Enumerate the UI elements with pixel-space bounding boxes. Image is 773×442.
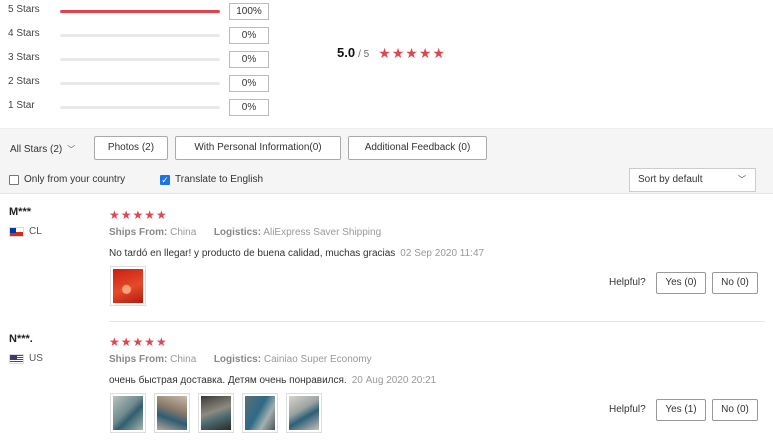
review-divider	[109, 321, 765, 322]
average-score: 5.0	[337, 45, 356, 60]
ships-from-label: Ships From:	[109, 354, 168, 365]
review-item: M*** CL ★★★★★ Ships From: China Logistic…	[0, 206, 773, 316]
review-stars-icon: ★★★★★	[109, 335, 168, 349]
shipping-info: Ships From: China Logistics: Cainiao Sup…	[109, 354, 372, 365]
review-photos	[110, 266, 154, 306]
ships-from-label: Ships From:	[109, 227, 168, 238]
breakdown-percent: 0%	[229, 75, 269, 92]
breakdown-row-4[interactable]: 4 Stars 0%	[8, 26, 278, 50]
reviewer-name: N***.	[9, 333, 33, 345]
summary-stars-icon: ★★★★★	[378, 45, 446, 61]
helpful-yes-button[interactable]: Yes (0)	[656, 272, 706, 294]
review-text: No tardó en llegar! y producto de buena …	[109, 248, 484, 259]
breakdown-label: 2 Stars	[8, 76, 40, 87]
review-date: 02 Sep 2020 11:47	[400, 248, 485, 259]
breakdown-bar	[60, 10, 220, 13]
reviewer-name: M***	[9, 206, 32, 218]
ships-from-value: China	[170, 227, 197, 238]
breakdown-row-2[interactable]: 2 Stars 0%	[8, 74, 278, 98]
breakdown-bar-fill	[60, 10, 220, 13]
personal-info-filter-button[interactable]: With Personal Information(0)	[175, 136, 341, 160]
review-item: N***. US ★★★★★ Ships From: China Logisti…	[0, 333, 773, 442]
breakdown-percent: 0%	[229, 99, 269, 116]
review-photo-thumbnail[interactable]	[242, 393, 278, 433]
breakdown-bar	[60, 34, 220, 37]
reviewer-country: US	[9, 353, 43, 364]
breakdown-row-5[interactable]: 5 Stars 100%	[8, 2, 278, 26]
breakdown-row-1[interactable]: 1 Star 0%	[8, 98, 278, 122]
review-photo-thumbnail[interactable]	[154, 393, 190, 433]
breakdown-label: 3 Stars	[8, 52, 40, 63]
logistics-label: Logistics:	[213, 354, 262, 365]
breakdown-percent: 0%	[229, 51, 269, 68]
helpful-label: Helpful?	[609, 404, 646, 415]
checkbox-checked-icon: ✓	[160, 174, 170, 185]
logistics-label: Logistics:	[213, 227, 262, 238]
logistics-value: AliExpress Saver Shipping	[263, 227, 382, 238]
breakdown-bar	[60, 82, 220, 85]
breakdown-percent: 0%	[229, 27, 269, 44]
score-max: / 5	[358, 49, 370, 60]
helpful-yes-button[interactable]: Yes (1)	[656, 399, 706, 421]
review-text: очень быстрая доставка. Детям очень понр…	[109, 375, 436, 386]
rating-breakdown: 5 Stars 100% 4 Stars 0% 3 Stars 0% 2 Sta…	[8, 2, 278, 122]
only-country-checkbox[interactable]: Only from your country	[9, 174, 125, 185]
checkbox-icon	[9, 174, 19, 185]
helpful-label: Helpful?	[609, 277, 646, 288]
breakdown-label: 1 Star	[8, 100, 35, 111]
additional-feedback-filter-button[interactable]: Additional Feedback (0)	[348, 136, 487, 160]
sort-select[interactable]: Sort by default ﹀	[629, 168, 756, 192]
breakdown-percent: 100%	[229, 3, 269, 20]
review-photo-thumbnail[interactable]	[198, 393, 234, 433]
ships-from-value: China	[170, 354, 197, 365]
review-photo-thumbnail[interactable]	[286, 393, 322, 433]
only-country-label: Only from your country	[24, 174, 126, 185]
country-code: US	[29, 353, 43, 364]
shipping-info: Ships From: China Logistics: AliExpress …	[109, 227, 381, 238]
sort-label: Sort by default	[638, 174, 703, 185]
all-stars-dropdown[interactable]: All Stars (2) ﹀	[10, 144, 75, 155]
review-body: No tardó en llegar! y producto de buena …	[109, 248, 396, 259]
breakdown-bar	[60, 58, 220, 61]
review-photo-thumbnail[interactable]	[110, 266, 146, 306]
chevron-down-icon: ﹀	[738, 175, 746, 184]
breakdown-label: 5 Stars	[8, 4, 40, 15]
logistics-value: Cainiao Super Economy	[263, 354, 372, 365]
review-body: очень быстрая доставка. Детям очень понр…	[109, 375, 347, 386]
rating-summary: 5.0 / 5 ★★★★★	[337, 44, 446, 61]
helpful-no-button[interactable]: No (0)	[712, 399, 758, 421]
review-photos	[110, 393, 330, 433]
chile-flag-icon	[9, 226, 24, 237]
review-photo-thumbnail[interactable]	[110, 393, 146, 433]
photos-filter-button[interactable]: Photos (2)	[94, 136, 168, 160]
filter-bar: All Stars (2) ﹀ Photos (2) With Personal …	[0, 128, 773, 194]
all-stars-label: All Stars (2)	[10, 144, 63, 155]
translate-checkbox[interactable]: ✓ Translate to English	[160, 174, 263, 185]
translate-label: Translate to English	[175, 174, 264, 185]
reviewer-country: CL	[9, 226, 42, 237]
chevron-down-icon: ﹀	[67, 145, 76, 154]
country-code: CL	[29, 226, 42, 237]
breakdown-bar	[60, 106, 220, 109]
breakdown-row-3[interactable]: 3 Stars 0%	[8, 50, 278, 74]
breakdown-label: 4 Stars	[8, 28, 40, 39]
helpful-no-button[interactable]: No (0)	[712, 272, 758, 294]
us-flag-icon	[9, 353, 24, 364]
review-stars-icon: ★★★★★	[109, 208, 168, 222]
review-date: 20 Aug 2020 20:21	[351, 375, 437, 386]
